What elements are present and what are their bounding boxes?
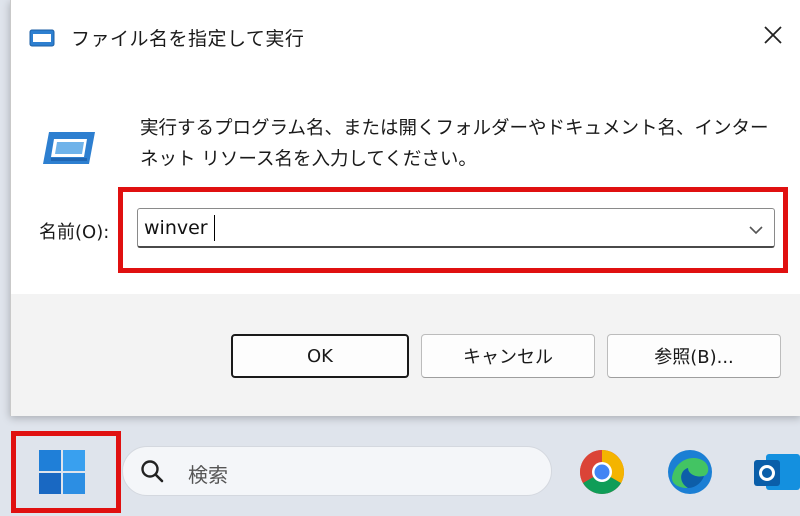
close-icon [762, 24, 784, 50]
title-bar: ファイル名を指定して実行 [11, 0, 800, 78]
run-icon [41, 128, 97, 172]
search-icon [139, 458, 165, 488]
ok-button-label: OK [307, 345, 333, 367]
cancel-button[interactable]: キャンセル [421, 334, 595, 378]
taskbar-search-box[interactable]: 検索 [122, 446, 552, 496]
browse-button[interactable]: 参照(B)... [607, 334, 781, 378]
search-placeholder: 検索 [188, 463, 228, 487]
run-dialog-icon [29, 29, 55, 51]
dialog-description: 実行するプログラム名、または開くフォルダーやドキュメント名、インター ネット リ… [140, 113, 780, 175]
description-line-2: ネット リソース名を入力してください。 [140, 149, 477, 170]
outlook-icon[interactable] [752, 448, 800, 500]
browse-button-label: 参照(B)... [654, 347, 734, 368]
edge-icon[interactable] [666, 448, 714, 500]
cancel-button-label: キャンセル [463, 347, 553, 368]
highlight-box-start-button [11, 431, 121, 513]
chrome-icon[interactable] [578, 448, 626, 500]
ok-button[interactable]: OK [231, 334, 409, 378]
description-line-1: 実行するプログラム名、または開くフォルダーやドキュメント名、インター [140, 118, 769, 139]
name-label: 名前(O): [39, 222, 110, 243]
highlight-box-name-field [118, 187, 788, 273]
dialog-title: ファイル名を指定して実行 [71, 28, 305, 50]
close-button[interactable] [745, 12, 800, 62]
